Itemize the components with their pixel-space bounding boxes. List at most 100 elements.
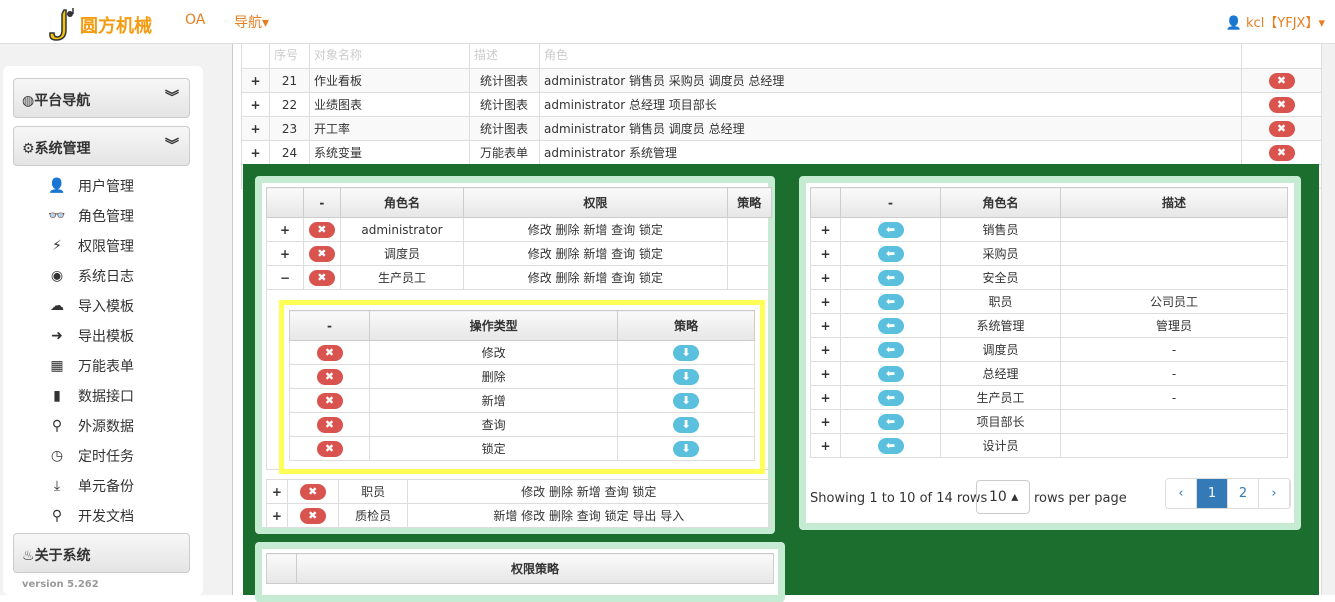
remove-operation-button[interactable]: ✖ [316, 440, 343, 457]
page-button[interactable]: ‹ [1166, 479, 1197, 508]
sidebar-item[interactable]: ☁ 导入模板 [48, 296, 134, 316]
vertical-scrollbar[interactable] [1321, 44, 1335, 595]
arrow-down-icon[interactable]: ⬇ [673, 440, 700, 457]
column-header[interactable]: 权限 [463, 187, 728, 218]
sidebar-item[interactable]: ▦ 万能表单 [48, 356, 134, 376]
column-header[interactable]: 角色名 [940, 187, 1061, 218]
remove-operation-button[interactable]: ✖ [316, 368, 343, 385]
table-row[interactable]: + ⬅ 销售员 [810, 217, 1288, 242]
column-header[interactable]: 角色名 [339, 187, 465, 218]
sidebar-item[interactable]: 👤 用户管理 [48, 176, 134, 196]
table-row[interactable]: +21 作业看板 统计图表 administrator 销售员 采购员 调度员 总经理… [241, 68, 1322, 93]
column-header[interactable]: 策略 [726, 187, 773, 218]
table-row[interactable]: + ⬅ 职员 公司员工 [810, 289, 1288, 314]
page-button[interactable]: 1 [1197, 479, 1228, 508]
delete-button[interactable]: ✖ [1268, 96, 1295, 113]
sidebar-item[interactable]: ⚲ 开发文档 [48, 506, 134, 526]
arrow-down-icon[interactable]: ⬇ [673, 344, 700, 361]
table-row[interactable]: + ⬅ 总经理 - [810, 361, 1288, 386]
table-row[interactable]: ✖ 删除 ⬇ [289, 364, 755, 389]
expand-toggle[interactable]: + [241, 116, 270, 141]
arrow-left-icon[interactable]: ⬅ [877, 365, 904, 382]
column-header[interactable]: 描述 [1060, 187, 1288, 218]
column-header[interactable]: 角色 [539, 40, 1242, 69]
remove-operation-button[interactable]: ✖ [316, 392, 343, 409]
expand-toggle[interactable]: + [241, 68, 270, 93]
arrow-left-icon[interactable]: ⬅ [877, 437, 904, 454]
logo[interactable]: 圆方机械 [46, 8, 152, 41]
arrow-left-icon[interactable]: ⬅ [877, 317, 904, 334]
remove-role-button[interactable]: ✖ [299, 507, 326, 524]
expand-toggle[interactable]: − [266, 265, 304, 290]
expand-toggle[interactable]: + [810, 313, 841, 338]
table-row[interactable]: + ✖ 调度员 修改 删除 新增 查询 锁定 [266, 241, 773, 266]
accordion-about-system[interactable]: ♨关于系统 [13, 533, 190, 573]
column-header[interactable]: - [289, 310, 370, 341]
arrow-left-icon[interactable]: ⬅ [877, 221, 904, 238]
delete-button[interactable]: ✖ [1268, 120, 1295, 137]
arrow-left-icon[interactable]: ⬅ [877, 389, 904, 406]
sidebar-item[interactable]: ⚡ 权限管理 [48, 236, 134, 256]
expand-toggle[interactable]: + [266, 217, 304, 242]
expand-toggle[interactable]: + [266, 479, 288, 504]
remove-role-button[interactable]: ✖ [299, 483, 326, 500]
expand-toggle[interactable]: + [241, 92, 270, 117]
expand-toggle[interactable]: + [810, 361, 841, 386]
remove-role-button[interactable]: ✖ [308, 245, 335, 262]
table-row[interactable]: ✖ 锁定 ⬇ [289, 436, 755, 461]
table-row[interactable]: − ✖ 生产员工 修改 删除 新增 查询 锁定 [266, 265, 773, 290]
arrow-left-icon[interactable]: ⬅ [877, 293, 904, 310]
arrow-down-icon[interactable]: ⬇ [673, 368, 700, 385]
arrow-down-icon[interactable]: ⬇ [673, 392, 700, 409]
column-header[interactable]: 对象名称 [309, 40, 470, 69]
table-row[interactable]: + ✖ administrator 修改 删除 新增 查询 锁定 [266, 217, 773, 242]
table-row[interactable]: +24 系统变量 万能表单 administrator 系统管理 ✖ [241, 140, 1322, 165]
expand-toggle[interactable]: + [810, 265, 841, 290]
arrow-left-icon[interactable]: ⬅ [877, 341, 904, 358]
column-header[interactable]: 描述 [469, 40, 540, 69]
sidebar-item[interactable]: ◉ 系统日志 [48, 266, 134, 286]
sidebar-item[interactable]: ➜ 导出模板 [48, 326, 134, 346]
expand-toggle[interactable]: + [241, 140, 270, 165]
table-row[interactable]: ✖ 查询 ⬇ [289, 412, 755, 437]
page-button[interactable]: › [1259, 479, 1290, 508]
expand-toggle[interactable]: + [810, 433, 841, 458]
sidebar-item[interactable]: 👓 角色管理 [48, 206, 134, 226]
remove-role-button[interactable]: ✖ [308, 221, 335, 238]
sidebar-item[interactable]: ◷ 定时任务 [48, 446, 134, 466]
remove-role-button[interactable]: ✖ [308, 269, 335, 286]
arrow-left-icon[interactable]: ⬅ [877, 245, 904, 262]
remove-operation-button[interactable]: ✖ [316, 344, 343, 361]
table-row[interactable]: + ⬅ 设计员 [810, 433, 1288, 458]
column-header[interactable]: 操作类型 [368, 310, 619, 341]
arrow-down-icon[interactable]: ⬇ [673, 416, 700, 433]
table-row[interactable]: + ⬅ 采购员 [810, 241, 1288, 266]
accordion-platform-nav[interactable]: ◍平台导航 ︾ [13, 78, 190, 118]
table-row[interactable]: + ⬅ 生产员工 - [810, 385, 1288, 410]
table-row[interactable]: ✖ 新增 ⬇ [289, 388, 755, 413]
nav-menu-dropdown[interactable]: 导航▾ [234, 12, 269, 32]
page-size-select[interactable]: 10 ▴ [976, 480, 1030, 514]
expand-toggle[interactable]: + [810, 289, 841, 314]
table-row[interactable]: +22 业绩图表 统计图表 administrator 总经理 项目部长 ✖ [241, 92, 1322, 117]
sidebar-item[interactable]: ⚲ 外源数据 [48, 416, 134, 436]
nav-oa-link[interactable]: OA [185, 12, 205, 28]
table-row[interactable]: ✖ 修改 ⬇ [289, 340, 755, 365]
column-header[interactable]: - [840, 187, 941, 218]
table-row[interactable]: + ⬅ 系统管理 管理员 [810, 313, 1288, 338]
sidebar-item[interactable]: ⤓ 单元备份 [48, 476, 134, 496]
page-button[interactable]: 2 [1228, 479, 1259, 508]
expand-toggle[interactable]: + [266, 241, 304, 266]
table-row[interactable]: + ⬅ 安全员 [810, 265, 1288, 290]
column-header[interactable]: - [302, 187, 341, 218]
arrow-left-icon[interactable]: ⬅ [877, 269, 904, 286]
column-header[interactable]: 序号 [269, 40, 310, 69]
expand-toggle[interactable]: + [266, 503, 288, 528]
table-row[interactable]: + ✖ 质检员 新增 修改 删除 查询 锁定 导出 导入 [266, 503, 772, 528]
table-row[interactable]: + ⬅ 调度员 - [810, 337, 1288, 362]
delete-button[interactable]: ✖ [1268, 72, 1295, 89]
table-row[interactable]: + ✖ 职员 修改 删除 新增 查询 锁定 [266, 479, 772, 504]
table-row[interactable]: + ⬅ 项目部长 [810, 409, 1288, 434]
expand-toggle[interactable]: + [810, 337, 841, 362]
table-row[interactable]: +23 开工率 统计图表 administrator 销售员 调度员 总经理 ✖ [241, 116, 1322, 141]
